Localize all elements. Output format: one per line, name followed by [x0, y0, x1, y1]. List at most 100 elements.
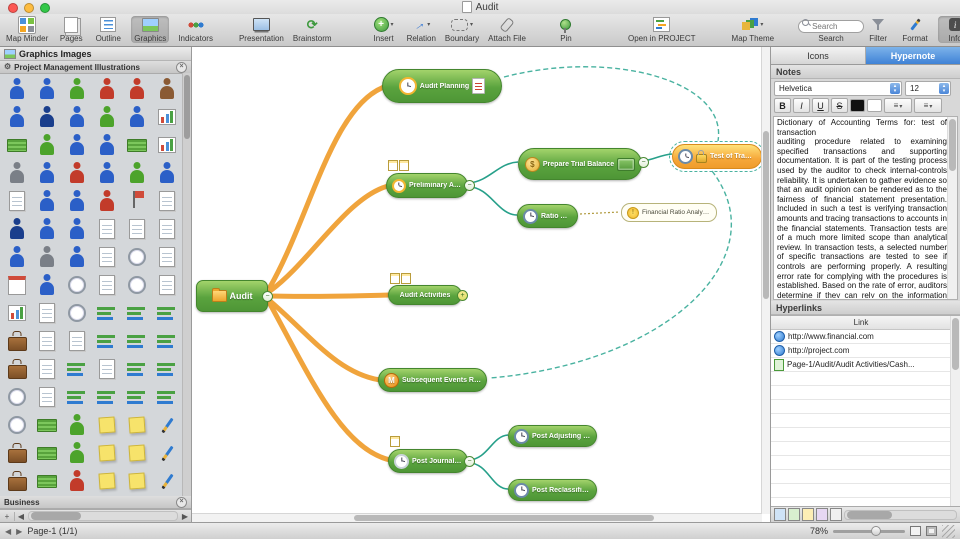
clipart-thumbnail-cal[interactable] — [2, 271, 32, 299]
toolbar-button-format[interactable]: Format — [901, 16, 929, 43]
clipart-thumbnail-note[interactable] — [92, 411, 122, 439]
clipart-thumbnail-pp-blue[interactable] — [32, 159, 62, 187]
clipart-thumbnail-pp-blue[interactable] — [2, 103, 32, 131]
strikethrough-button[interactable]: S — [831, 98, 848, 113]
topic-post-reclassification[interactable]: Post Reclassification — [508, 479, 597, 501]
close-section-icon[interactable] — [176, 496, 187, 508]
note-text[interactable]: Dictionary of Accounting Terms for: test… — [777, 118, 947, 298]
mindmap-canvas[interactable]: Audit Audit Planning Preliminary Analysi… — [192, 47, 770, 522]
clipart-thumbnail-bars[interactable] — [92, 327, 122, 355]
clipart-thumbnail-money[interactable] — [2, 131, 32, 159]
clipart-thumbnail-money[interactable] — [122, 131, 152, 159]
topic-preliminary-analysis[interactable]: Preliminary Analysis — [386, 173, 468, 198]
toolbar-button-insert[interactable]: ▾ Insert — [370, 16, 398, 43]
add-file-link-button[interactable] — [802, 508, 814, 521]
hyperlink-row[interactable]: http://project.com — [771, 344, 951, 358]
clipart-thumbnail-clock[interactable] — [62, 271, 92, 299]
clipart-thumbnail-bars[interactable] — [122, 299, 152, 327]
toolbar-button-graphics[interactable]: Graphics — [131, 16, 170, 43]
clipart-thumbnail-pp-red[interactable] — [62, 159, 92, 187]
fit-page-button[interactable] — [910, 526, 921, 536]
collapse-knob[interactable] — [262, 291, 273, 302]
hyperlink-row-empty[interactable] — [771, 400, 951, 414]
topic-ratio-analysis[interactable]: Ratio Analysis — [517, 204, 578, 228]
topic-audit-activities[interactable]: Audit Activities — [388, 285, 462, 305]
clipart-thumbnail-note[interactable] — [122, 439, 152, 467]
clipart-thumbnail-pp-green[interactable] — [92, 103, 122, 131]
toolbar-button-filter[interactable]: Filter — [864, 16, 892, 43]
add-topic-link-button[interactable] — [816, 508, 828, 521]
gear-icon[interactable]: ⚙ — [4, 63, 11, 71]
clipart-thumbnail-doc[interactable] — [32, 327, 62, 355]
font-family-dropdown[interactable]: Helvetica — [774, 81, 902, 96]
toolbar-button-brainstorm[interactable]: ⟳ Brainstorm — [293, 16, 332, 43]
add-url-link-button[interactable] — [774, 508, 786, 521]
toolbar-button-outline[interactable]: Outline — [94, 16, 122, 43]
note-vertical-scrollbar[interactable] — [947, 117, 957, 299]
clipart-thumbnail-bars[interactable] — [152, 355, 182, 383]
clipart-thumbnail-pen[interactable] — [152, 439, 182, 467]
clipart-thumbnail-doc[interactable] — [92, 271, 122, 299]
clipart-thumbnail-pp-green[interactable] — [32, 131, 62, 159]
canvas-vertical-scrollbar[interactable] — [761, 47, 770, 514]
clipart-thumbnail-pp-dblue[interactable] — [2, 215, 32, 243]
next-page-button[interactable]: ▶ — [16, 527, 22, 536]
clipart-thumbnail-pp-red[interactable] — [92, 187, 122, 215]
clipart-thumbnail-pp-brown[interactable] — [152, 75, 182, 103]
text-color-swatch[interactable] — [850, 99, 865, 112]
scrollbar-thumb[interactable] — [31, 512, 81, 520]
clipart-thumbnail-bars[interactable] — [122, 355, 152, 383]
italic-button[interactable]: I — [793, 98, 810, 113]
clipart-thumbnail-pp-green[interactable] — [62, 411, 92, 439]
toolbar-button-open-in-project[interactable]: Open in PROJECT — [628, 16, 696, 43]
clipart-thumbnail-pp-green[interactable] — [122, 159, 152, 187]
resize-grip[interactable] — [942, 524, 955, 538]
clipart-thumbnail-pp-blue[interactable] — [62, 243, 92, 271]
zoom-slider[interactable] — [833, 525, 905, 536]
clipart-thumbnail-pp-blue[interactable] — [62, 131, 92, 159]
clipart-thumbnail-clock[interactable] — [2, 383, 32, 411]
expand-knob[interactable] — [457, 290, 468, 301]
clipart-thumbnail-case[interactable] — [2, 327, 32, 355]
toolbar-button-indicators[interactable]: Indicators — [178, 16, 213, 43]
toolbar-button-pin[interactable]: Pin — [552, 16, 580, 43]
collapse-knob[interactable] — [464, 180, 475, 191]
hyperlink-row[interactable]: http://www.financial.com — [771, 330, 951, 344]
clipart-thumbnail-pp-blue[interactable] — [92, 159, 122, 187]
hyperlink-row-empty[interactable] — [771, 484, 951, 498]
clipart-thumbnail-money[interactable] — [32, 411, 62, 439]
clipart-thumbnail-bars[interactable] — [122, 383, 152, 411]
clipart-thumbnail-pp-blue[interactable] — [122, 103, 152, 131]
sidebar-vertical-scrollbar[interactable] — [182, 73, 191, 496]
close-section-icon[interactable] — [176, 61, 187, 73]
topic-audit[interactable]: Audit — [196, 280, 268, 312]
topic-test-of-transactions[interactable]: Test of Transactions — [669, 141, 765, 172]
clipart-thumbnail-doc[interactable] — [122, 215, 152, 243]
clipart-thumbnail-pp-green[interactable] — [62, 439, 92, 467]
collapse-knob[interactable] — [638, 157, 649, 168]
clipart-thumbnail-pp-green[interactable] — [62, 75, 92, 103]
clipart-thumbnail-bars[interactable] — [92, 299, 122, 327]
add-email-link-button[interactable] — [830, 508, 842, 521]
clipart-thumbnail-pp-gray[interactable] — [32, 243, 62, 271]
clipart-thumbnail-pp-red[interactable] — [92, 75, 122, 103]
clipart-thumbnail-note[interactable] — [92, 439, 122, 467]
clipart-thumbnail-doc[interactable] — [152, 243, 182, 271]
clipart-thumbnail-doc[interactable] — [32, 383, 62, 411]
clipart-thumbnail-doc[interactable] — [92, 355, 122, 383]
toolbar-button-map-theme[interactable]: ▾ Map Theme — [732, 16, 774, 43]
list-style-dropdown[interactable] — [884, 98, 912, 113]
clipart-thumbnail-pp-blue[interactable] — [32, 271, 62, 299]
clipart-thumbnail-case[interactable] — [2, 355, 32, 383]
toolbar-button-info[interactable]: Info — [938, 16, 960, 43]
font-size-dropdown[interactable]: 12 — [905, 81, 951, 96]
clipart-thumbnail-doc[interactable] — [2, 187, 32, 215]
topic-post-adjusting-journal[interactable]: Post Adjusting Journal — [508, 425, 597, 447]
clipart-thumbnail-clock[interactable] — [122, 243, 152, 271]
clipart-thumbnail-pen[interactable] — [152, 467, 182, 495]
hyperlink-row-empty[interactable] — [771, 442, 951, 456]
clipart-thumbnail-note[interactable] — [92, 467, 122, 495]
clipart-thumbnail-pp-blue[interactable] — [62, 215, 92, 243]
clipart-thumbnail-bars[interactable] — [122, 327, 152, 355]
hyperlinks-horizontal-scrollbar[interactable] — [844, 509, 957, 520]
